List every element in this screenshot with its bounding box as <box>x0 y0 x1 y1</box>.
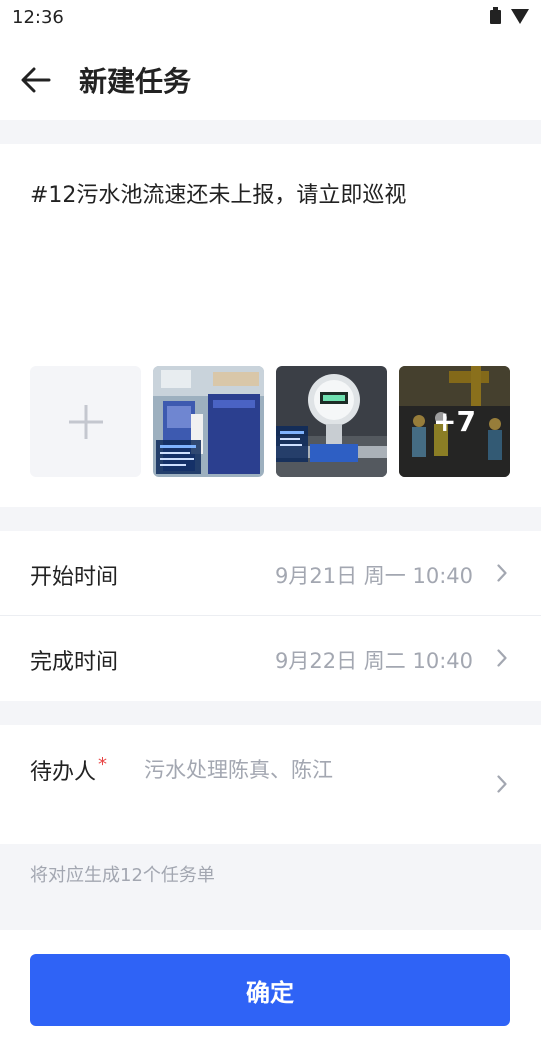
status-bar: 12:36 <box>0 0 541 36</box>
chevron-right-icon <box>497 649 507 667</box>
assignee-value: 污水处理陈真、陈江 <box>144 758 333 782</box>
assignee-row[interactable]: 待办人 * 污水处理陈真、陈江 <box>0 725 541 844</box>
assignee-label: 待办人 * <box>30 754 107 786</box>
end-time-label: 完成时间 <box>30 650 119 675</box>
task-count-hint: 将对应生成12个任务单 <box>30 865 215 886</box>
task-content-card: #12污水池流速还未上报，请立即巡视 +7 <box>0 144 541 507</box>
start-time-value: 9月21日 周一 10:40 <box>275 564 473 588</box>
chevron-right-icon <box>497 564 507 582</box>
assignee-label-text: 待办人 <box>30 760 97 785</box>
image-thumbnail-flowmeter[interactable] <box>276 366 387 477</box>
status-icons <box>490 6 529 24</box>
add-image-button[interactable] <box>30 366 141 477</box>
footer: 确定 <box>0 930 541 1051</box>
start-time-row[interactable]: 开始时间 9月21日 周一 10:40 <box>0 531 541 616</box>
media-row: +7 <box>30 366 510 477</box>
status-time: 12:36 <box>12 7 64 28</box>
end-time-row[interactable]: 完成时间 9月22日 周二 10:40 <box>0 616 541 701</box>
arrow-left-icon <box>21 67 51 93</box>
required-mark: * <box>98 754 108 775</box>
back-button[interactable] <box>14 58 58 102</box>
chevron-right-icon <box>497 775 507 793</box>
schedule-card: 开始时间 9月21日 周一 10:40 完成时间 9月22日 周二 10:40 <box>0 531 541 701</box>
page-title: 新建任务 <box>79 65 192 98</box>
more-images-count: +7 <box>433 405 476 438</box>
end-time-value: 9月22日 周二 10:40 <box>275 649 473 673</box>
confirm-button[interactable]: 确定 <box>30 954 510 1026</box>
battery-icon <box>490 6 501 24</box>
image-thumbnail-equipment-room[interactable] <box>153 366 264 477</box>
header: 新建任务 <box>0 36 541 120</box>
signal-icon <box>511 9 529 24</box>
start-time-label: 开始时间 <box>30 565 119 590</box>
task-description[interactable]: #12污水池流速还未上报，请立即巡视 <box>30 177 406 209</box>
image-thumbnail-workers[interactable]: +7 <box>399 366 510 477</box>
